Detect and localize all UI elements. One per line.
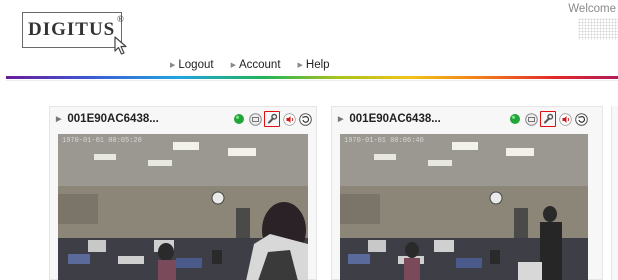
logo-registered-mark: ® bbox=[117, 14, 124, 24]
camera-panel-1: ▶ 001E90AC6438... 1970-01-01 00:05:20 bbox=[49, 106, 317, 280]
digitus-logo[interactable]: DIGITUS ® bbox=[22, 12, 132, 56]
settings-wrench-icon[interactable] bbox=[264, 111, 280, 127]
audio-icon[interactable] bbox=[558, 112, 572, 126]
rainbow-divider bbox=[6, 76, 618, 79]
camera-header: ▶ 001E90AC6438... bbox=[332, 107, 602, 131]
nav-logout[interactable]: ▶ Logout bbox=[170, 59, 214, 71]
expand-arrow-icon[interactable]: ▶ bbox=[338, 115, 343, 123]
page: DIGITUS ® Welcome ▶ Logout ▶ Account ▶ H… bbox=[0, 0, 618, 280]
snapshot-icon[interactable] bbox=[524, 112, 538, 126]
camera-toolbar bbox=[508, 111, 588, 127]
arrow-right-icon: ▶ bbox=[230, 62, 236, 69]
camera-title[interactable]: ▶ 001E90AC6438... bbox=[56, 113, 159, 125]
logo-text: DIGITUS bbox=[28, 19, 116, 40]
camera-video-feed[interactable]: 1970-01-01 00:05:20 bbox=[58, 134, 308, 280]
nav-help-label: Help bbox=[305, 59, 330, 71]
camera-panel-2: ▶ 001E90AC6438... 1970-01-01 00:06:40 bbox=[331, 106, 603, 280]
cursor-icon bbox=[114, 36, 127, 55]
arrow-right-icon: ▶ bbox=[297, 62, 303, 69]
nav-account[interactable]: ▶ Account bbox=[231, 59, 281, 71]
audio-icon[interactable] bbox=[282, 112, 296, 126]
camera-name: 001E90AC6438... bbox=[349, 113, 441, 125]
nav-help[interactable]: ▶ Help bbox=[298, 59, 330, 71]
expand-arrow-icon[interactable]: ▶ bbox=[56, 115, 61, 123]
divider bbox=[6, 80, 618, 81]
office-scene-image bbox=[340, 134, 588, 280]
nav-account-label: Account bbox=[238, 59, 281, 71]
camera-toolbar bbox=[232, 111, 312, 127]
status-online-icon bbox=[232, 112, 246, 126]
video-timestamp: 1970-01-01 00:05:20 bbox=[62, 137, 142, 145]
camera-panel-3-edge bbox=[611, 106, 618, 280]
refresh-icon[interactable] bbox=[574, 112, 588, 126]
refresh-icon[interactable] bbox=[298, 112, 312, 126]
nav-logout-label: Logout bbox=[178, 59, 214, 71]
snapshot-icon[interactable] bbox=[248, 112, 262, 126]
welcome-text: Welcome bbox=[568, 3, 616, 15]
decorative-dot-pattern bbox=[578, 18, 618, 40]
top-nav: ▶ Logout ▶ Account ▶ Help bbox=[170, 59, 330, 71]
camera-name: 001E90AC6438... bbox=[67, 113, 159, 125]
status-online-icon bbox=[508, 112, 522, 126]
video-timestamp: 1970-01-01 00:06:40 bbox=[344, 137, 424, 145]
camera-title[interactable]: ▶ 001E90AC6438... bbox=[338, 113, 441, 125]
camera-video-feed[interactable]: 1970-01-01 00:06:40 bbox=[340, 134, 588, 280]
arrow-right-icon: ▶ bbox=[170, 62, 176, 69]
camera-header: ▶ 001E90AC6438... bbox=[50, 107, 316, 131]
settings-wrench-icon[interactable] bbox=[540, 111, 556, 127]
office-scene-image bbox=[58, 134, 308, 280]
